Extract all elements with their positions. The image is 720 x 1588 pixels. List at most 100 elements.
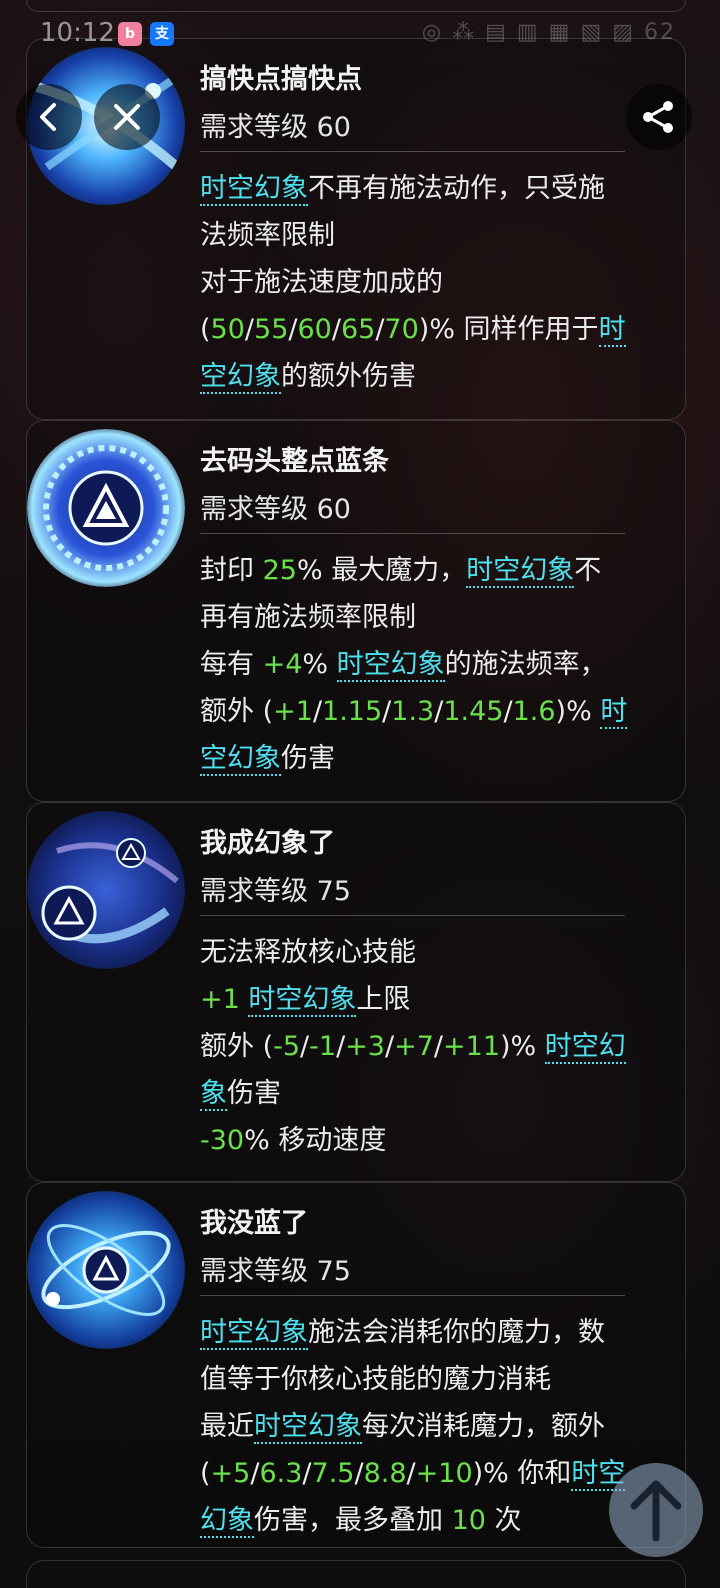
description-text: )% 你和 xyxy=(472,1458,572,1489)
previous-card-edge xyxy=(26,0,686,12)
description-text: / xyxy=(331,314,341,345)
description-text: / xyxy=(385,1031,395,1062)
description-line: 法频率限制 xyxy=(200,212,678,259)
description-text: / xyxy=(300,1031,310,1062)
value-number: 7.5 xyxy=(311,1458,355,1489)
description-text: % xyxy=(302,649,337,680)
description-line: 每有 +4% 时空幻象的施法频率， xyxy=(200,641,678,688)
value-number: 70 xyxy=(384,314,419,345)
value-number: +11 xyxy=(443,1031,501,1062)
keyword-link[interactable]: 幻象 xyxy=(200,1505,254,1538)
value-number: -5 xyxy=(273,1031,301,1062)
skill-icon-3 xyxy=(27,811,185,969)
value-number: +1 xyxy=(200,984,240,1015)
keyword-link[interactable]: 时 xyxy=(598,314,626,347)
keyword-link[interactable]: 时空幻象 xyxy=(200,173,308,206)
keyword-link[interactable]: 时 xyxy=(600,696,628,729)
scroll-to-top-button[interactable] xyxy=(609,1463,703,1557)
keyword-link[interactable]: 时空幻 xyxy=(544,1031,626,1064)
skill-level-requirement: 需求等级 60 xyxy=(200,112,351,143)
value-number: -30 xyxy=(200,1125,245,1156)
chevron-left-icon xyxy=(40,103,56,131)
description-text: 伤害，最多叠加 xyxy=(254,1505,452,1536)
description-text: 最近 xyxy=(200,1411,254,1442)
status-indicators: ◎ ⁂ ▤ ▥ ▦ ▧ ▨ 62 xyxy=(421,20,676,45)
description-text: % 移动速度 xyxy=(244,1125,387,1156)
skill-title: 我成幻象了 xyxy=(200,828,335,859)
skill-description: 无法释放核心技能 +1 时空幻象上限 额外 (-5/-1/+3/+7/+11)% 时… xyxy=(200,929,678,1164)
skill-card-2: 去码头整点蓝条 需求等级 60 封印 25% 最大魔力，时空幻象不 再有施法频率限… xyxy=(26,420,686,802)
description-text: )% 同样作用于 xyxy=(418,314,599,345)
value-number: 65 xyxy=(340,314,376,345)
description-text: % 最大魔力， xyxy=(296,555,467,586)
description-text: / xyxy=(434,696,444,727)
value-number: 50 xyxy=(210,314,245,345)
status-bar: 10:12 b 支 ◎ ⁂ ▤ ▥ ▦ ▧ ▨ 62 xyxy=(0,18,720,54)
description-line: 空幻象伤害 xyxy=(200,735,678,782)
value-number: +7 xyxy=(394,1031,434,1062)
divider xyxy=(200,151,625,152)
description-line: 额外 (+1/1.15/1.3/1.45/1.6)% 时 xyxy=(200,688,678,735)
share-button[interactable] xyxy=(626,84,692,150)
divider xyxy=(200,1295,625,1296)
description-text: ( xyxy=(200,1458,211,1489)
value-number: -1 xyxy=(309,1031,337,1062)
status-time: 10:12 xyxy=(40,18,115,48)
skill-title: 去码头整点蓝条 xyxy=(200,446,389,477)
skill-level-requirement: 需求等级 75 xyxy=(200,1256,351,1287)
description-text: 每有 xyxy=(200,649,263,680)
keyword-link[interactable]: 空幻象 xyxy=(200,743,281,776)
description-text: / xyxy=(503,696,513,727)
description-line: -30% 移动速度 xyxy=(200,1117,678,1164)
description-text: 的施法频率， xyxy=(444,649,607,680)
skill-title: 我没蓝了 xyxy=(200,1208,308,1239)
skill-level-requirement: 需求等级 60 xyxy=(200,494,351,525)
bilibili-icon: b xyxy=(118,22,142,46)
keyword-link[interactable]: 象 xyxy=(200,1078,227,1111)
description-text: 法频率限制 xyxy=(200,220,335,251)
keyword-link[interactable]: 时空幻象 xyxy=(200,1317,308,1350)
description-line: 幻象伤害，最多叠加 10 次 xyxy=(200,1497,678,1544)
description-line: 值等于你核心技能的魔力消耗 xyxy=(200,1356,678,1403)
description-text: 伤害 xyxy=(227,1078,281,1109)
description-line: 空幻象的额外伤害 xyxy=(200,353,678,400)
description-text: / xyxy=(354,1458,364,1489)
keyword-link[interactable]: 时空幻象 xyxy=(336,649,445,682)
value-number: +4 xyxy=(262,649,303,680)
description-line: (50/55/60/65/70)% 同样作用于时 xyxy=(200,306,678,353)
description-line: 无法释放核心技能 xyxy=(200,929,678,976)
value-number: 1.6 xyxy=(512,696,556,727)
description-line: 象伤害 xyxy=(200,1070,678,1117)
skill-icon-2 xyxy=(27,429,185,587)
description-line: 最近时空幻象每次消耗魔力，额外 xyxy=(200,1403,678,1450)
skill-card-3: 我成幻象了 需求等级 75 无法释放核心技能 +1 时空幻象上限 额外 (-5/-1… xyxy=(26,802,686,1182)
skill-detail-page: 搞快点搞快点 需求等级 60 时空幻象不再有施法动作，只受施 法频率限制 对于施法速… xyxy=(0,0,720,1588)
arrow-up-icon xyxy=(630,1480,682,1542)
description-text: ( xyxy=(200,314,211,345)
value-number: 6.3 xyxy=(259,1458,303,1489)
value-number: 10 xyxy=(451,1505,486,1536)
description-line: 对于施法速度加成的 xyxy=(200,259,678,306)
value-number: 60 xyxy=(297,314,332,345)
value-number: 1.15 xyxy=(322,696,383,727)
close-button[interactable] xyxy=(94,84,160,150)
description-text: 上限 xyxy=(356,984,411,1015)
description-text: / xyxy=(433,1031,444,1062)
next-card-edge xyxy=(26,1560,686,1588)
skill-title: 搞快点搞快点 xyxy=(200,64,362,95)
keyword-link[interactable]: 时空幻象 xyxy=(248,984,357,1017)
back-button[interactable] xyxy=(16,84,82,150)
description-line: +1 时空幻象上限 xyxy=(200,976,678,1023)
description-text: 不 xyxy=(574,555,602,586)
description-text: / xyxy=(244,314,255,345)
description-text: / xyxy=(302,1458,312,1489)
description-line: 再有施法频率限制 xyxy=(200,594,678,641)
value-number: 1.3 xyxy=(391,696,435,727)
description-line: 时空幻象施法会消耗你的魔力，数 xyxy=(200,1309,678,1356)
keyword-link[interactable]: 时空幻象 xyxy=(466,555,575,588)
description-text: 再有施法频率限制 xyxy=(200,602,416,633)
keyword-link[interactable]: 空幻象 xyxy=(200,361,281,394)
description-text: 施法会消耗你的魔力，数 xyxy=(308,1317,605,1348)
keyword-link[interactable]: 时空幻象 xyxy=(254,1411,362,1444)
value-number: 55 xyxy=(254,314,289,345)
